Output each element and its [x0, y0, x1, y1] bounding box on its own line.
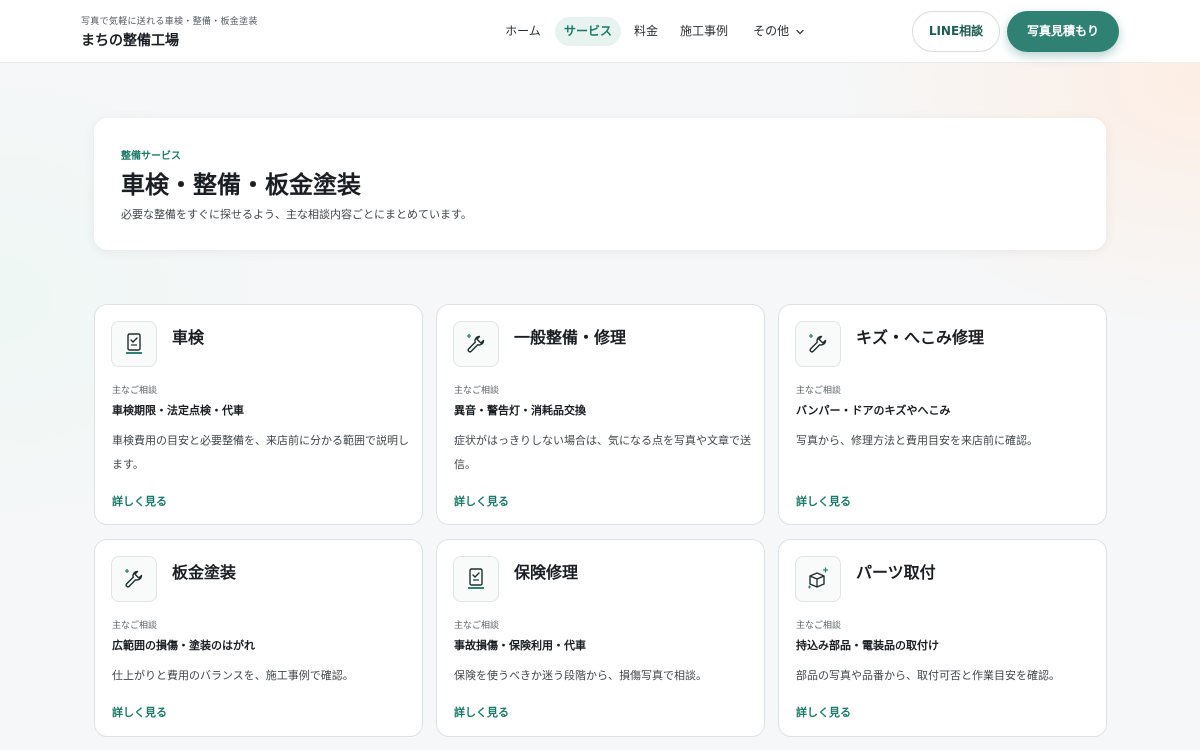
nav-label-services: サービス: [563, 24, 612, 38]
card-title: キズ・へこみ修理: [856, 328, 985, 347]
card-details-link[interactable]: 詳しく見る: [796, 704, 851, 720]
card-details-link[interactable]: 詳しく見る: [112, 704, 167, 720]
card-topics: バンパー・ドアのキズやへこみ: [796, 404, 951, 417]
line-consult-button[interactable]: LINE相談: [912, 11, 1000, 52]
card-label: 主なご相談: [796, 386, 842, 396]
card-topics: 事故損傷・保険利用・代車: [454, 639, 586, 652]
nav-label-cases: 施工事例: [679, 24, 728, 38]
chevron-down-icon: [796, 29, 804, 34]
card-description: 写真から、修理方法と費用目安を来店前に確認。: [796, 434, 1038, 447]
nav-label-home: ホーム: [505, 24, 541, 38]
card-label: 主なご相談: [454, 386, 500, 396]
service-card-repair[interactable]: 一般整備・修理 主なご相談 異音・警告灯・消耗品交換 症状がはっきりしない場合は…: [436, 304, 765, 525]
card-label: 主なご相談: [112, 621, 158, 631]
card-label: 主なご相談: [112, 386, 158, 396]
card-label: 主なご相談: [454, 621, 500, 631]
hero-kicker: 整備サービス: [121, 151, 181, 162]
card-topics: 車検期限・法定点検・代車: [112, 404, 244, 417]
card-topics: 広範囲の損傷・塗装のはがれ: [112, 639, 255, 652]
nav-item-cases[interactable]: 施工事例: [674, 17, 734, 46]
service-card-scratch[interactable]: キズ・へこみ修理 主なご相談 バンパー・ドアのキズやへこみ 写真から、修理方法と…: [778, 304, 1107, 525]
card-details-link[interactable]: 詳しく見る: [454, 704, 509, 720]
wrench-icon: [111, 556, 157, 602]
page-title: 車検・整備・板金塗装: [121, 171, 361, 199]
card-label: 主なご相談: [796, 621, 842, 631]
box-plus-icon: [795, 556, 841, 602]
hero-description: 必要な整備をすぐに探せるよう、主な相談内容ごとにまとめています。: [121, 208, 472, 221]
photo-estimate-button[interactable]: 写真見積もり: [1007, 11, 1119, 52]
nav-item-services[interactable]: サービス: [555, 17, 621, 46]
nav-item-pricing[interactable]: 料金: [628, 17, 664, 46]
nav-label-other: その他: [753, 24, 790, 38]
card-description: 部品の写真や品番から、取付可否と作業目安を確認。: [796, 669, 1060, 682]
card-title: 車検: [172, 328, 205, 347]
card-details-link[interactable]: 詳しく見る: [796, 493, 851, 509]
wrench-icon: [795, 321, 841, 367]
nav-label-pricing: 料金: [633, 24, 658, 38]
card-topics: 持込み部品・電装品の取付け: [796, 639, 939, 652]
card-details-link[interactable]: 詳しく見る: [454, 493, 509, 509]
site-header: 写真で気軽に送れる車検・整備・板金塗装 まちの整備工場 ホーム サービス 料金 …: [0, 0, 1200, 63]
hero-panel: 整備サービス 車検・整備・板金塗装 必要な整備をすぐに探せるよう、主な相談内容ご…: [94, 118, 1106, 250]
card-description: 保険を使うべきか迷う段階から、損傷写真で相談。: [454, 669, 707, 682]
card-description: 仕上がりと費用のバランスを、施工事例で確認。: [112, 669, 354, 682]
card-description: 車検費用の目安と必要整備を、来店前に分かる範囲で説明します。: [112, 434, 409, 471]
card-description: 症状がはっきりしない場合は、気になる点を写真や文章で送信。: [454, 434, 751, 471]
document-check-icon: [111, 321, 157, 367]
card-details-link[interactable]: 詳しく見る: [112, 493, 167, 509]
service-card-parts[interactable]: パーツ取付 主なご相談 持込み部品・電装品の取付け 部品の写真や品番から、取付可…: [778, 539, 1107, 737]
nav-item-other[interactable]: その他: [748, 17, 810, 46]
wrench-icon: [453, 321, 499, 367]
card-title: パーツ取付: [856, 563, 936, 582]
card-title: 保険修理: [514, 563, 579, 582]
card-title: 一般整備・修理: [514, 328, 627, 347]
service-card-shaken[interactable]: 車検 主なご相談 車検期限・法定点検・代車 車検費用の目安と必要整備を、来店前に…: [94, 304, 423, 525]
service-card-bodywork[interactable]: 板金塗装 主なご相談 広範囲の損傷・塗装のはがれ 仕上がりと費用のバランスを、施…: [94, 539, 423, 737]
card-topics: 異音・警告灯・消耗品交換: [454, 404, 586, 417]
document-check-icon: [453, 556, 499, 602]
service-card-insurance[interactable]: 保険修理 主なご相談 事故損傷・保険利用・代車 保険を使うべきか迷う段階から、損…: [436, 539, 765, 737]
nav-item-home[interactable]: ホーム: [498, 17, 548, 46]
card-title: 板金塗装: [172, 563, 237, 582]
